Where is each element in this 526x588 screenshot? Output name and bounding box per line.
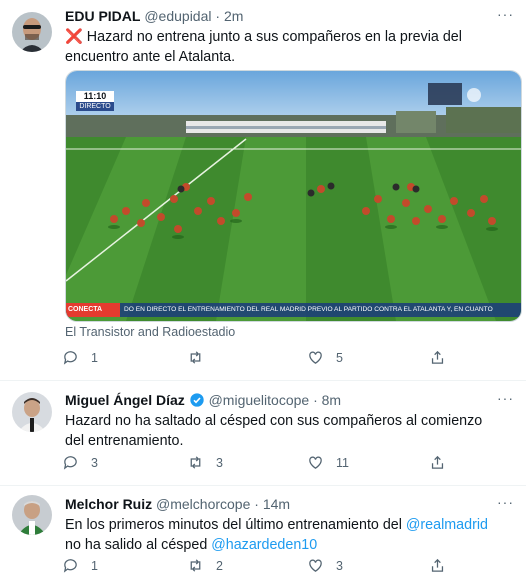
author-name[interactable]: Miguel Ángel Díaz <box>65 392 185 408</box>
reply-button[interactable]: 3 <box>62 454 98 471</box>
tweet-1[interactable]: EDU PIDAL @edupidal · 2m ··· ❌ Hazard no… <box>0 0 526 381</box>
tweet-text: Hazard no ha saltado al césped con sus c… <box>65 413 483 449</box>
separator-dot: · <box>215 8 221 24</box>
mention-link-realmadrid[interactable]: @realmadrid <box>406 517 488 533</box>
more-options-button[interactable]: ··· <box>497 390 514 406</box>
share-button[interactable] <box>429 454 446 471</box>
tweet-actions: 3 3 11 <box>62 454 452 476</box>
tweet-text: ❌ Hazard no entrena junto a sus compañer… <box>65 27 505 67</box>
heart-icon <box>309 456 322 469</box>
reply-icon <box>63 456 77 470</box>
separator-dot: · <box>313 392 318 408</box>
avatar[interactable] <box>12 12 52 52</box>
avatar[interactable] <box>12 495 52 535</box>
heart-icon <box>309 559 322 572</box>
avatar[interactable] <box>12 392 52 432</box>
retweet-count: 2 <box>216 558 223 573</box>
training-video-frame <box>66 71 521 321</box>
reply-icon <box>63 559 77 573</box>
retweet-button[interactable]: 3 <box>187 454 223 471</box>
more-options-button[interactable]: ··· <box>497 494 514 510</box>
tweet-actions: 1 5 <box>62 349 452 371</box>
author-name[interactable]: EDU PIDAL <box>65 8 140 24</box>
share-icon <box>431 558 444 572</box>
tweet-3[interactable]: Melchor Ruiz @melchorcope · 14m ··· En l… <box>0 485 526 588</box>
author-name[interactable]: Melchor Ruiz <box>65 496 152 512</box>
live-badge: DIRECTO <box>76 102 114 111</box>
reply-count: 1 <box>91 558 98 573</box>
mention-link-hazardeden10[interactable]: @hazardeden10 <box>211 537 317 553</box>
share-button[interactable] <box>429 349 446 366</box>
tweet-actions: 1 2 3 <box>62 557 452 579</box>
author-handle[interactable]: @edupidal <box>144 8 211 24</box>
tweet-2[interactable]: Miguel Ángel Díaz @miguelitocope · 8m ··… <box>0 380 526 486</box>
timestamp[interactable]: 8m <box>322 392 341 408</box>
reply-count: 1 <box>91 350 98 365</box>
verified-badge-icon <box>190 393 204 407</box>
cross-mark-icon: ❌ <box>65 29 83 45</box>
retweet-icon <box>190 559 201 572</box>
reply-icon <box>63 351 77 365</box>
author-handle[interactable]: @miguelitocope <box>209 392 310 408</box>
reply-button[interactable]: 1 <box>62 349 98 366</box>
retweet-icon <box>190 456 201 469</box>
timestamp[interactable]: 14m <box>263 496 290 512</box>
tweet-header: EDU PIDAL @edupidal · 2m <box>65 8 243 24</box>
author-handle[interactable]: @melchorcope <box>156 496 250 512</box>
video-source[interactable]: El Transistor and Radioestadio <box>65 325 235 339</box>
like-button[interactable]: 5 <box>307 349 343 366</box>
tweet-header: Melchor Ruiz @melchorcope · 14m <box>65 496 290 512</box>
video-ticker-tag: CONECTA <box>68 306 103 313</box>
share-icon <box>431 455 444 469</box>
video-clock-badge: 11:10 <box>76 91 114 102</box>
retweet-count: 3 <box>216 455 223 470</box>
heart-icon <box>309 351 322 364</box>
share-icon <box>431 350 444 364</box>
more-options-button[interactable]: ··· <box>497 6 514 22</box>
tweet-text-body: Hazard no entrena junto a sus compañeros… <box>65 29 462 65</box>
timestamp[interactable]: 2m <box>224 8 243 24</box>
share-button[interactable] <box>429 557 446 574</box>
tweet-video[interactable]: 11:10 DIRECTO CONECTA DO EN DIRECTO EL E… <box>65 70 522 322</box>
like-count: 3 <box>336 558 343 573</box>
separator-dot: · <box>254 496 259 512</box>
like-button[interactable]: 3 <box>307 557 343 574</box>
retweet-button[interactable]: 2 <box>187 557 223 574</box>
like-count: 11 <box>336 455 349 470</box>
tweet-text: En los primeros minutos del último entre… <box>65 515 505 555</box>
retweet-icon <box>190 351 201 364</box>
reply-count: 3 <box>91 455 98 470</box>
tweet-text-part: En los primeros minutos del último entre… <box>65 517 406 533</box>
tweet-header: Miguel Ángel Díaz @miguelitocope · 8m <box>65 392 341 408</box>
like-count: 5 <box>336 350 343 365</box>
reply-button[interactable]: 1 <box>62 557 98 574</box>
retweet-button[interactable] <box>187 349 216 366</box>
video-ticker: DO EN DIRECTO EL ENTRENAMIENTO DEL REAL … <box>124 306 493 313</box>
tweet-text-part: no ha salido al césped <box>65 537 212 553</box>
video-clock: 11:10 <box>83 91 107 101</box>
like-button[interactable]: 11 <box>307 454 349 471</box>
